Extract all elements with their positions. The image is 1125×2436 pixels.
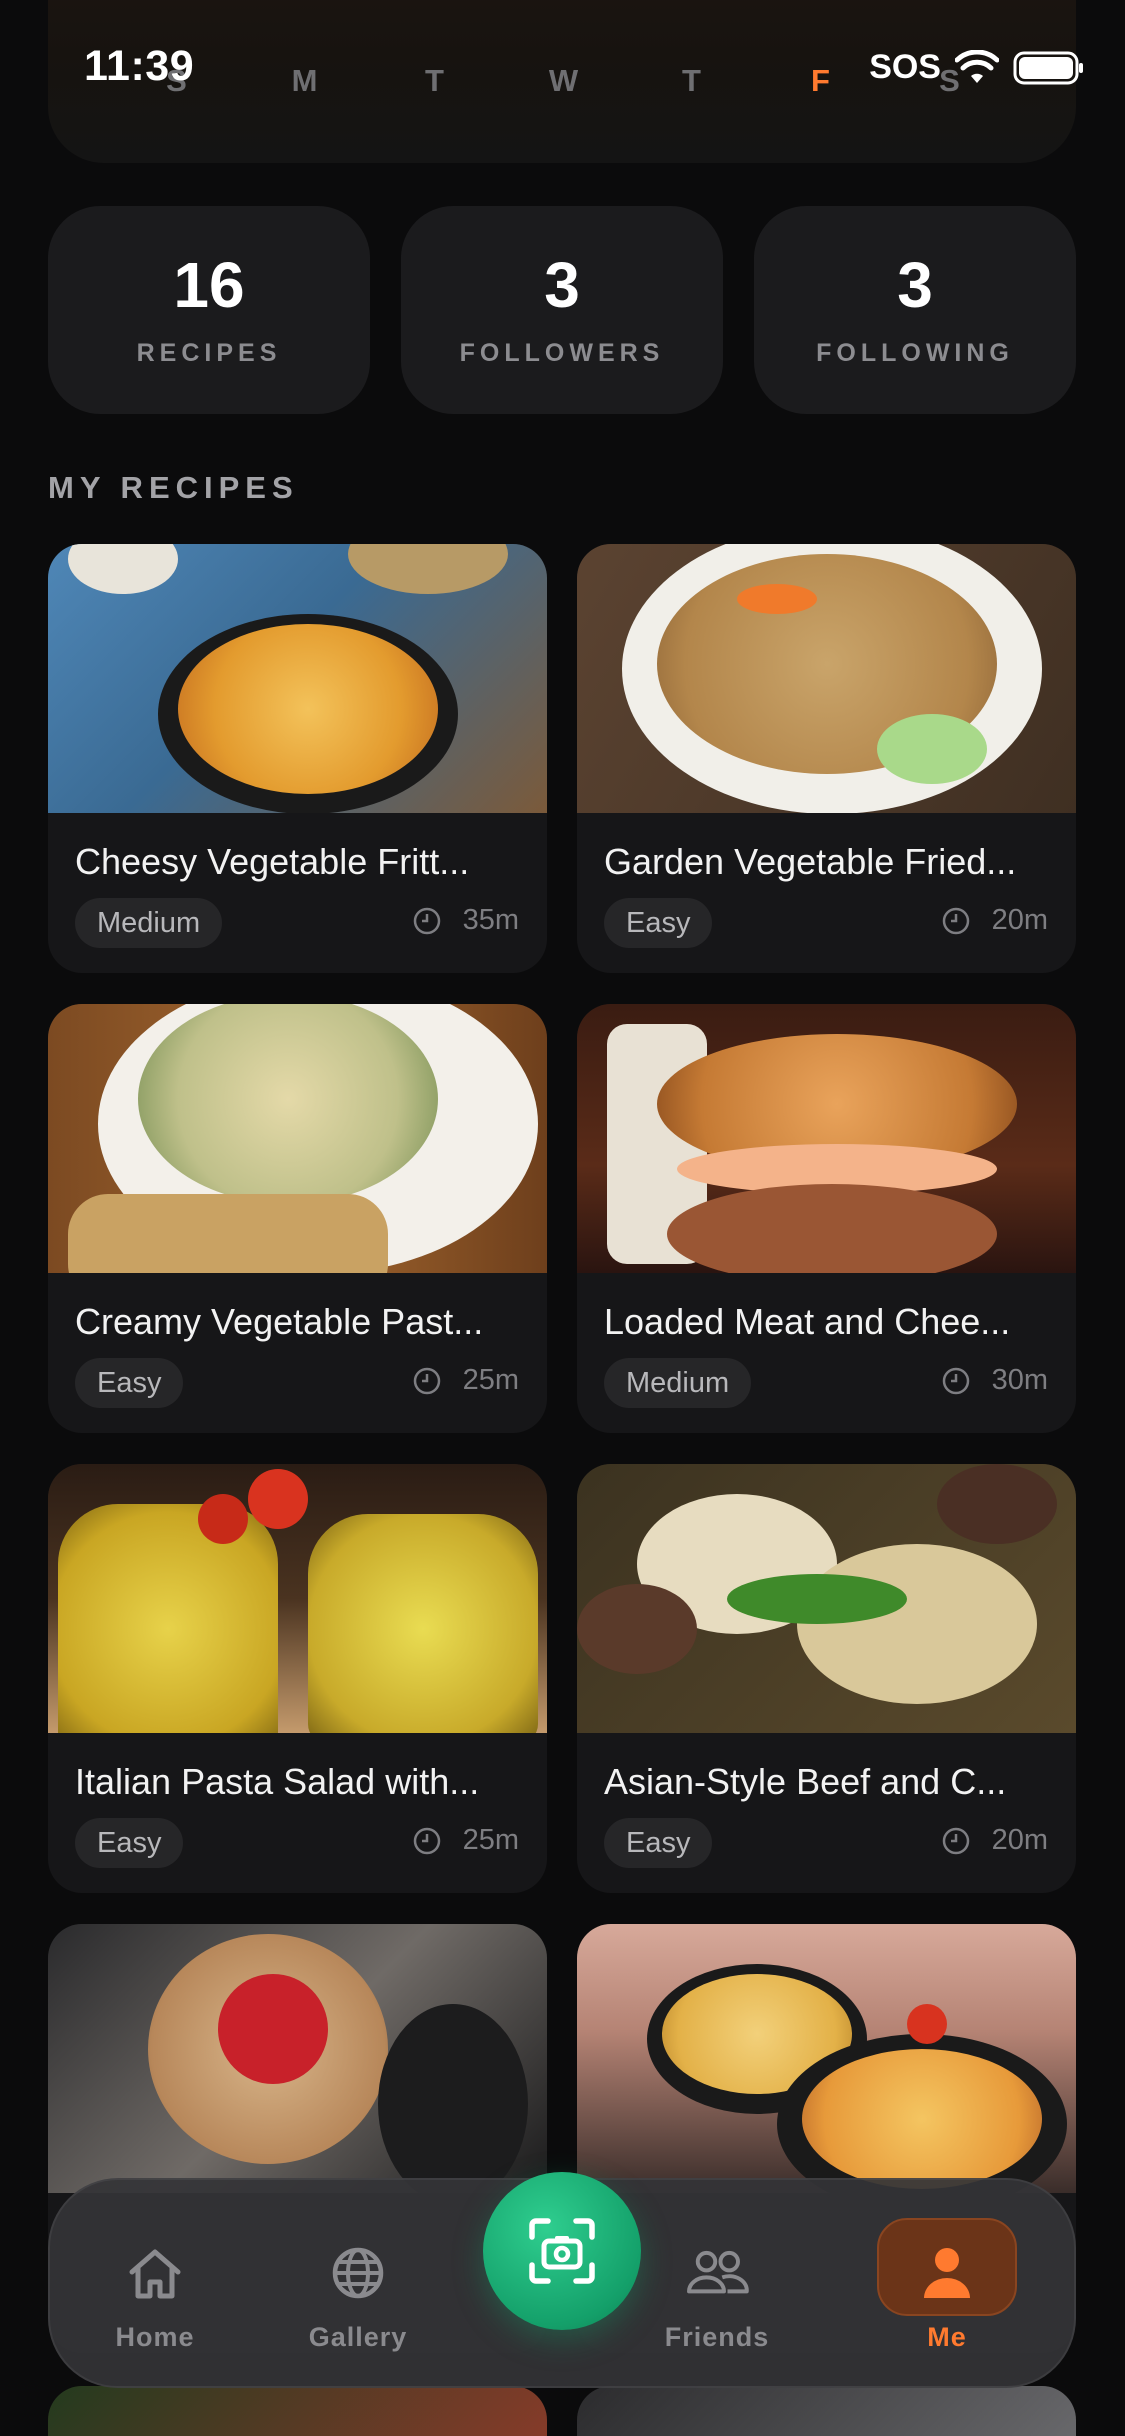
recipes-stat[interactable]: 16 RECIPES	[48, 206, 370, 414]
cook-time-value: 20m	[991, 904, 1048, 936]
clock-icon	[942, 907, 969, 934]
recipe-title: Garden Vegetable Fried...	[604, 841, 1017, 882]
stat-label: RECIPES	[136, 338, 282, 367]
cook-time: 30m	[942, 1364, 1048, 1397]
recipe-title: Cheesy Vegetable Fritt...	[75, 841, 470, 882]
cook-time: 20m	[942, 1824, 1048, 1857]
person-icon	[924, 2248, 970, 2298]
section-title: MY RECIPES	[48, 470, 299, 505]
nav-label: Friends	[664, 2322, 770, 2352]
status-bar-time: 11:39	[84, 42, 195, 90]
recipe-title: Loaded Meat and Chee...	[604, 1301, 1011, 1342]
difficulty-badge: Easy	[75, 1358, 184, 1408]
recipe-card[interactable]: Italian Pasta Salad with... Easy 25m	[48, 1464, 547, 1893]
sos-indicator: SOS	[869, 48, 941, 86]
recipe-photo	[577, 544, 1076, 813]
nav-friends[interactable]: Friends	[642, 2238, 792, 2353]
difficulty-badge: Medium	[604, 1358, 752, 1408]
home-icon	[129, 2249, 181, 2299]
difficulty-badge: Easy	[604, 898, 713, 948]
cook-time: 20m	[942, 904, 1048, 937]
clock-icon	[413, 1367, 440, 1394]
recipe-card[interactable]: Cheesy Vegetable Fritt... Medium 35m	[48, 544, 547, 973]
profile-stats: 16 RECIPES 3 FOLLOWERS 3 FOLLOWING	[48, 206, 1076, 414]
cook-time-value: 35m	[462, 904, 519, 936]
recipe-photo	[48, 1924, 547, 2193]
recipe-photo	[577, 1004, 1076, 1273]
recipe-photo	[577, 2386, 1076, 2436]
clock-icon	[942, 1827, 969, 1854]
cook-time-value: 25m	[462, 1364, 519, 1396]
recipe-card[interactable]: Asian-Style Beef and C... Easy 20m	[577, 1464, 1076, 1893]
recipe-title: Italian Pasta Salad with...	[75, 1761, 480, 1802]
nav-home[interactable]: Home	[80, 2238, 230, 2353]
nav-gallery[interactable]: Gallery	[283, 2238, 433, 2353]
clock-icon	[413, 1827, 440, 1854]
cook-time: 25m	[413, 1364, 519, 1397]
nav-label: Home	[115, 2322, 195, 2352]
status-bar-indicators: SOS	[869, 48, 1085, 87]
cook-time: 35m	[413, 904, 519, 937]
recipe-grid: Cheesy Vegetable Fritt... Medium 35m Gar…	[48, 544, 1076, 2353]
nav-label: Me	[927, 2322, 967, 2352]
recipe-photo	[48, 1004, 547, 1273]
nav-label: Gallery	[308, 2322, 408, 2352]
cook-time-value: 25m	[462, 1824, 519, 1856]
wifi-icon	[955, 49, 999, 83]
recipe-card[interactable]: Creamy Vegetable Past... Easy 25m	[48, 1004, 547, 1433]
battery-icon	[1013, 51, 1083, 84]
nav-me[interactable]: Me	[872, 2238, 1022, 2353]
day-letter: M	[291, 63, 319, 98]
followers-stat[interactable]: 3 FOLLOWERS	[401, 206, 723, 414]
recipe-title: Asian-Style Beef and C...	[604, 1761, 1007, 1802]
day-letter: W	[548, 63, 580, 98]
globe-icon	[332, 2247, 384, 2299]
recipe-photo	[577, 1464, 1076, 1733]
camera-scan-icon	[529, 2218, 595, 2284]
friends-icon	[687, 2250, 749, 2294]
recipe-title: Creamy Vegetable Past...	[75, 1301, 484, 1342]
recipe-photo	[577, 1924, 1076, 2193]
stat-value: 3	[544, 248, 580, 321]
next-row-preview	[48, 2386, 1076, 2436]
cook-time-value: 30m	[991, 1364, 1048, 1396]
stat-label: FOLLOWING	[816, 338, 1014, 367]
recipe-card[interactable]: Loaded Meat and Chee... Medium 30m	[577, 1004, 1076, 1433]
clock-icon	[942, 1367, 969, 1394]
recipe-photo	[48, 544, 547, 813]
scan-camera-button[interactable]	[483, 2172, 641, 2330]
day-letter: T	[682, 63, 702, 98]
stat-label: FOLLOWERS	[459, 338, 665, 367]
following-stat[interactable]: 3 FOLLOWING	[754, 206, 1076, 414]
cook-time: 25m	[413, 1824, 519, 1857]
clock-icon	[413, 907, 440, 934]
cook-time-value: 20m	[991, 1824, 1048, 1856]
difficulty-badge: Medium	[75, 898, 223, 948]
day-letter-today: F	[811, 63, 831, 98]
recipe-photo	[48, 2386, 547, 2436]
difficulty-badge: Easy	[604, 1818, 713, 1868]
stat-value: 3	[897, 248, 933, 321]
recipe-photo	[48, 1464, 547, 1733]
stat-value: 16	[173, 248, 245, 321]
day-letter: T	[425, 63, 445, 98]
difficulty-badge: Easy	[75, 1818, 184, 1868]
recipe-card[interactable]: Garden Vegetable Fried... Easy 20m	[577, 544, 1076, 973]
